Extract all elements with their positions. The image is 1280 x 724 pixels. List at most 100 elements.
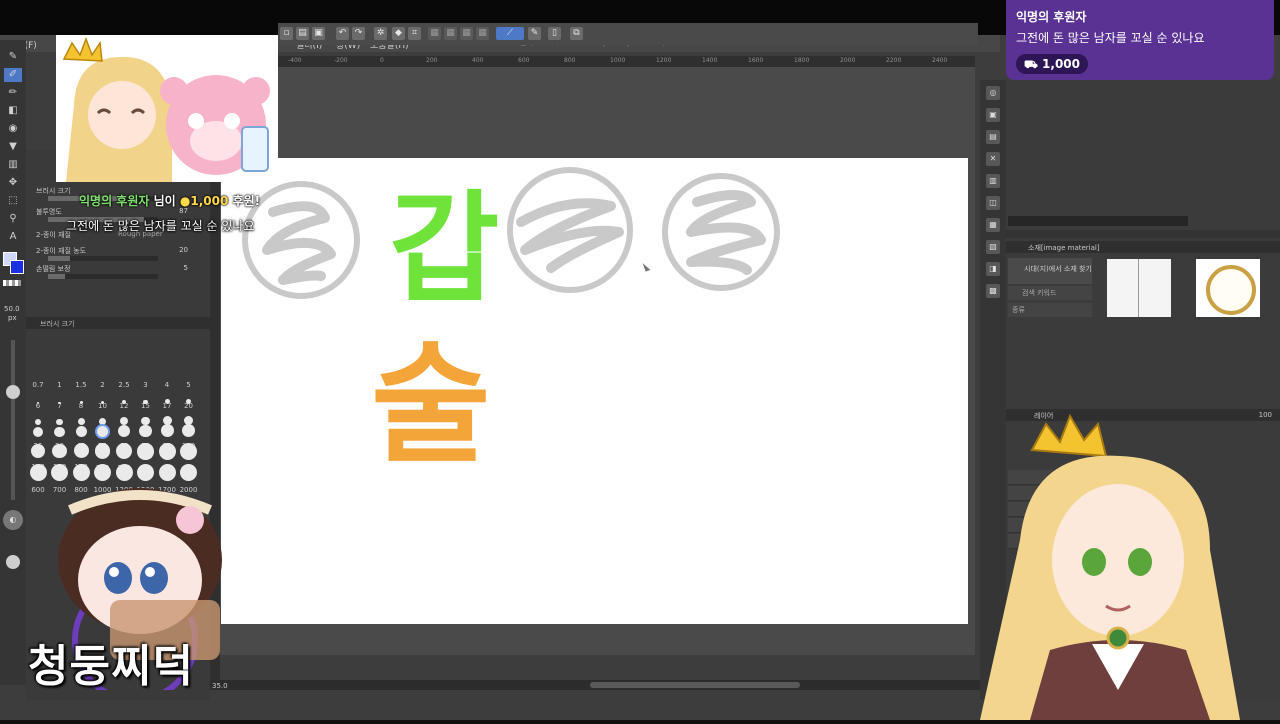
settings-icon[interactable]: ✲ [374,27,387,40]
drawing-canvas[interactable]: 갑 술 [221,158,968,624]
brush-size-option[interactable]: 80 [157,422,177,450]
brush-tool-icon[interactable]: ✐ [4,68,22,82]
new-icon[interactable]: ▫ [280,27,293,40]
crop-icon[interactable]: ⌗ [408,27,421,40]
brush-size-option[interactable]: 8 [71,401,91,425]
prop-label-paper-density: 2-종이 재질 농도 [36,247,87,255]
pen-pressure-icon[interactable]: ✎ [528,27,541,40]
size-slider-handle[interactable] [6,385,20,399]
prop-slider-stabilizer[interactable] [48,274,158,279]
material-icon[interactable]: ◨ [986,262,1000,276]
link-icon[interactable]: ⧉ [570,27,583,40]
canvas-horizontal-scrollbar[interactable] [210,680,980,690]
asset-icon[interactable]: ▩ [986,284,1000,298]
material-thumb-clock[interactable] [1196,259,1260,317]
redo-icon[interactable]: ↷ [352,27,365,40]
material-keyword-field[interactable]: 검색 키워드 [1008,286,1092,300]
brush-size-option[interactable]: 10 [93,401,113,425]
stabilizer-icon[interactable]: ◐ [3,510,23,530]
color-set-icon[interactable]: ▧ [986,240,1000,254]
brush-size-option[interactable]: 250 [114,443,134,472]
layer-prop-icon[interactable]: ▥ [986,174,1000,188]
history-icon[interactable]: ◫ [986,196,1000,210]
selection-tool-icon[interactable]: ⬚ [4,194,22,208]
brush-size-option[interactable]: 50 [93,422,113,450]
size-slider[interactable] [11,340,15,500]
brush-size-option[interactable]: 20 [179,401,199,425]
subview-icon[interactable]: ▣ [986,108,1000,122]
open-icon[interactable]: ▤ [296,27,309,40]
transparent-swatch[interactable] [3,280,21,286]
brush-size-option[interactable]: 5 [179,380,199,404]
move-tool-icon[interactable]: ✥ [4,176,22,190]
brush-size-option[interactable]: 500 [179,443,199,473]
scroll-thumb[interactable] [590,682,800,688]
brush-size-option[interactable]: 0.7 [28,380,48,404]
auto-action-icon[interactable]: ▦ [986,218,1000,232]
brush-size-option[interactable]: 12 [114,401,134,425]
prop-label-opacity: 불투명도 [36,208,62,216]
brush-size-option[interactable]: 170 [71,443,91,471]
brush-size-option[interactable]: 70 [136,422,156,450]
brush-size-option[interactable]: 4 [157,380,177,404]
navigator-icon[interactable]: ◎ [986,86,1000,100]
tablet-icon[interactable]: ▯ [548,27,561,40]
transform-icon[interactable]: ▦ [428,27,441,40]
brush-size-option[interactable]: 30 [50,422,70,450]
brush-size-option[interactable]: 150 [50,443,70,471]
brush-size-option[interactable]: 60 [114,422,134,450]
notice-amount: 1,000 [190,194,229,208]
brush-size-label: 5 [186,381,191,389]
save-icon[interactable]: ▣ [312,27,325,40]
brush-size-option[interactable]: 2 [93,380,113,404]
gradient-tool-icon[interactable]: ▥ [4,158,22,172]
scribble-circle-3 [662,173,780,291]
text-tool-icon[interactable]: A [4,230,22,244]
fill-tool-icon[interactable]: ▼ [4,140,22,154]
pencil-tool-icon[interactable]: ✏ [4,86,22,100]
donation-message: 그전에 돈 많은 남자를 꼬실 순 있나요 [1016,31,1205,45]
notice-donor: 익명의 후원자 [79,194,150,208]
brush-dot [180,443,197,460]
brush-size-option[interactable]: 1 [50,380,70,404]
deselect-icon[interactable]: ▦ [476,27,489,40]
undo-icon[interactable]: ↶ [336,27,349,40]
select-icon[interactable]: ▦ [444,27,457,40]
brush-size-option[interactable]: 1.5 [71,380,91,404]
material-thumb-paper[interactable] [1107,259,1171,317]
close-panel-icon[interactable]: ✕ [986,152,1000,166]
brush-size-unit: px [8,314,17,322]
invert-icon[interactable]: ▦ [460,27,473,40]
blend-tool-icon[interactable]: ◉ [4,122,22,136]
brush-size-option[interactable]: 300 [136,443,156,473]
ruler-tick: 600 [518,57,530,64]
brush-size-option[interactable]: 7 [50,401,70,425]
brush-size-option[interactable]: 100 [179,422,199,450]
donation-amount: 1,000 [1042,57,1080,71]
eyedropper-tool-icon[interactable]: ⚲ [4,212,22,226]
brush-size-option[interactable]: 2.5 [114,380,134,404]
prop-slider-paper-density[interactable] [48,256,158,261]
brush-size-option[interactable]: 400 [157,443,177,473]
donation-notice-line: 익명의 후원자 님이 ●1,000 후원! [79,192,260,209]
material-search-box[interactable]: 시대(지)에서 소재 찾기 [1008,258,1092,284]
opacity-slider-handle[interactable] [6,555,20,569]
brush-size-option[interactable]: 17 [157,401,177,425]
brush-size-option[interactable]: 200 [93,443,113,472]
eraser-tool-icon[interactable]: ◧ [4,104,22,118]
material-category-text: 종류 [1012,306,1025,314]
brush-dot [137,464,154,481]
info-icon[interactable]: ▤ [986,130,1000,144]
brush-size-option[interactable]: 120 [28,443,48,471]
brush-size-option[interactable]: 25 [28,422,48,450]
snap-ruler-icon[interactable]: ⟋ [496,27,524,40]
brush-size-option[interactable]: 40 [71,422,91,450]
fill-icon[interactable]: ◆ [392,27,405,40]
material-category-field[interactable]: 종류 [1008,303,1092,317]
material-title-text: 소재[image material] [1028,244,1100,252]
brush-size-option[interactable]: 3 [136,380,156,404]
pen-tool-icon[interactable]: ✎ [4,50,22,64]
brush-size-option[interactable]: 15 [136,401,156,425]
brush-size-option[interactable]: 6 [28,401,48,425]
sub-color-swatch[interactable] [10,260,24,274]
